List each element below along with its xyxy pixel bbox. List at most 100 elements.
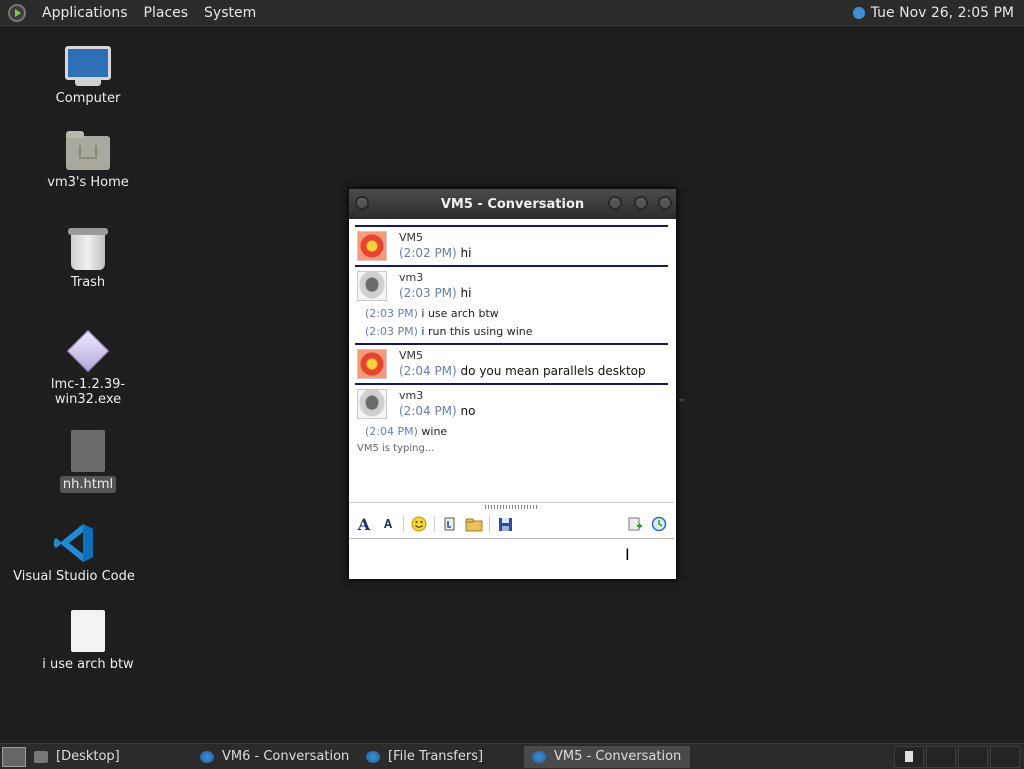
message-block: VM5 (2:02 PM) hi xyxy=(355,231,668,265)
desktop-icon-text-file[interactable]: i use arch btw xyxy=(18,610,158,673)
workspace-3[interactable] xyxy=(958,745,988,768)
message-history[interactable]: VM5 (2:02 PM) hi vm3 (2:03 PM) hi (2:03 … xyxy=(355,225,668,497)
new-message-icon[interactable] xyxy=(626,515,644,533)
message-block: vm3 (2:03 PM) hi xyxy=(355,271,668,305)
message-time: (2:04 PM) xyxy=(365,425,418,438)
message-text: no xyxy=(460,404,476,418)
taskbar-item-desktop[interactable]: [Desktop] xyxy=(26,746,192,768)
message-time: (2:03 PM) xyxy=(365,307,418,320)
message-separator xyxy=(355,225,668,227)
menu-system[interactable]: System xyxy=(204,5,256,21)
desktop-icon-exe[interactable]: lmc-1.2.39-win32.exe xyxy=(18,329,158,408)
avatar xyxy=(357,389,387,419)
window-title: VM5 - Conversation xyxy=(440,196,585,212)
minimize-button[interactable] xyxy=(608,196,622,210)
messenger-icon xyxy=(200,750,214,763)
toolbar-divider xyxy=(403,516,404,532)
message-continuation: (2:04 PM) wine xyxy=(355,423,668,441)
taskbar-item-file-transfers[interactable]: [File Transfers] xyxy=(358,746,524,768)
top-panel: Applications Places System Tue Nov 26, 2… xyxy=(0,0,1024,26)
bottom-panel: [Desktop] VM6 - Conversation [File Trans… xyxy=(0,743,1024,769)
message-input[interactable]: I xyxy=(349,538,674,577)
taskbar-item-label: VM6 - Conversation xyxy=(222,749,350,764)
workspace-4[interactable] xyxy=(990,745,1020,768)
smiley-icon[interactable] xyxy=(410,515,428,533)
typing-indicator: VM5 is typing... xyxy=(357,443,435,454)
message-sender: VM5 xyxy=(399,349,424,362)
desktop-icon-label: nh.html xyxy=(59,476,117,493)
toolbar-divider xyxy=(489,516,490,532)
font-color-icon[interactable]: 𝐀 xyxy=(379,515,397,533)
message-time: (2:04 PM) xyxy=(399,364,457,378)
message-time: (2:03 PM) xyxy=(365,325,418,338)
message-block: VM5 (2:04 PM) do you mean parallels desk… xyxy=(355,349,668,383)
message-time: (2:03 PM) xyxy=(399,286,457,300)
message-text: do you mean parallels desktop xyxy=(460,364,646,378)
send-file-icon[interactable] xyxy=(441,515,459,533)
send-folder-icon[interactable] xyxy=(465,515,483,533)
window-menu-button[interactable] xyxy=(355,196,369,210)
message-separator xyxy=(355,265,668,267)
desktop-icon-computer[interactable]: Computer xyxy=(18,46,158,107)
message-text: hi xyxy=(460,286,472,300)
desktop-icon-nh-html[interactable]: nh.html xyxy=(18,430,158,493)
vscode-icon xyxy=(53,522,95,564)
taskbar-item-vm6-conversation[interactable]: VM6 - Conversation xyxy=(192,746,358,768)
messenger-icon xyxy=(366,750,380,763)
computer-icon xyxy=(65,46,111,86)
window-titlebar[interactable]: VM5 - Conversation xyxy=(349,189,676,219)
maximize-button[interactable] xyxy=(634,196,648,210)
desktop-icon-trash[interactable]: Trash xyxy=(18,228,158,291)
message-sender: vm3 xyxy=(399,389,424,402)
messenger-icon xyxy=(532,750,546,763)
clock[interactable]: Tue Nov 26, 2:05 PM xyxy=(871,5,1014,21)
network-icon[interactable] xyxy=(852,6,865,19)
formatting-toolbar: A 𝐀 xyxy=(349,512,674,536)
text-file-icon xyxy=(71,610,105,652)
message-text: i use arch btw xyxy=(421,307,499,320)
taskbar-item-label: [File Transfers] xyxy=(388,749,484,764)
splitter-grip[interactable] xyxy=(485,505,539,509)
resize-marker: ™ xyxy=(678,398,686,407)
workspace-2[interactable] xyxy=(926,745,956,768)
menu-applications[interactable]: Applications xyxy=(42,5,128,21)
text-cursor-icon: I xyxy=(625,545,630,564)
desktop-icon-label: lmc-1.2.39-win32.exe xyxy=(50,377,126,407)
desktop-icon-label: i use arch btw xyxy=(42,657,134,672)
desktop-icon-home[interactable]: vm3's Home xyxy=(18,131,158,191)
message-time: (2:02 PM) xyxy=(399,246,457,260)
message-separator xyxy=(355,343,668,345)
avatar xyxy=(357,271,387,301)
close-button[interactable] xyxy=(658,196,672,210)
message-text: hi xyxy=(460,246,472,260)
home-folder-icon xyxy=(66,131,110,170)
message-text: wine xyxy=(421,425,448,438)
folder-icon xyxy=(34,750,48,763)
taskbar-item-label: VM5 - Conversation xyxy=(554,749,682,764)
history-icon[interactable] xyxy=(650,515,668,533)
mint-logo-icon[interactable] xyxy=(8,3,26,22)
desktop-icon-label: vm3's Home xyxy=(47,175,129,190)
message-text: i run this using wine xyxy=(421,325,533,338)
message-time: (2:04 PM) xyxy=(399,404,457,418)
desktop-icon-label: Trash xyxy=(70,275,106,290)
desktop-icon-vscode[interactable]: Visual Studio Code xyxy=(4,522,144,585)
font-icon[interactable]: A xyxy=(355,515,373,534)
message-sender: vm3 xyxy=(399,271,424,284)
avatar xyxy=(357,231,387,261)
taskbar-item-vm5-conversation[interactable]: VM5 - Conversation xyxy=(524,745,690,768)
message-continuation: (2:03 PM) i use arch btw xyxy=(355,305,668,323)
message-continuation: (2:03 PM) i run this using wine xyxy=(355,323,668,341)
html-file-icon xyxy=(71,430,105,472)
conversation-window: VM5 - Conversation VM5 (2:02 PM) hi vm3 … xyxy=(348,188,677,580)
menu-places[interactable]: Places xyxy=(144,5,189,21)
trash-icon xyxy=(68,228,108,270)
message-separator xyxy=(355,383,668,385)
desktop-icon-label: Visual Studio Code xyxy=(13,569,135,584)
desktop-icon-label: Computer xyxy=(55,91,121,106)
workspace-1[interactable] xyxy=(894,745,924,768)
message-sender: VM5 xyxy=(399,231,424,244)
taskbar-item-label: [Desktop] xyxy=(56,749,120,764)
show-desktop-button[interactable] xyxy=(2,746,26,767)
save-icon[interactable] xyxy=(496,515,514,533)
